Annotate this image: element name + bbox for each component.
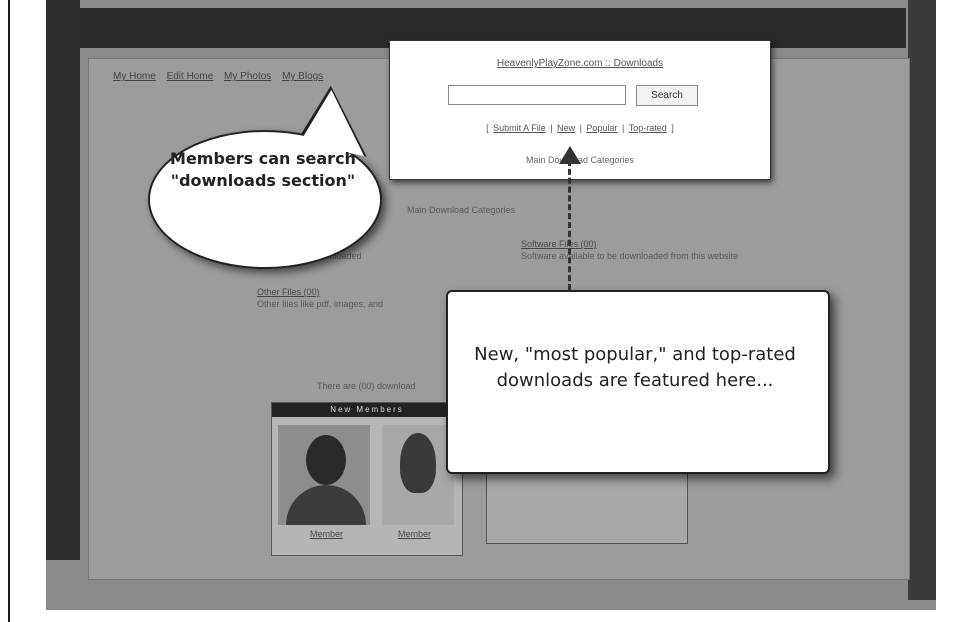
- member-photo[interactable]: [382, 425, 454, 525]
- popular-link[interactable]: Popular: [586, 123, 617, 133]
- downloads-title-link[interactable]: HeavenlyPlayZone.com :: Downloads: [390, 58, 770, 69]
- nav-item-blogs[interactable]: My Blogs: [282, 71, 323, 82]
- dashed-arrow-line: [568, 160, 571, 290]
- other-files-link[interactable]: Other Files (00): [257, 287, 320, 297]
- nav-item-photos[interactable]: My Photos: [224, 71, 271, 82]
- software-files-link[interactable]: Software Files (00): [521, 239, 597, 249]
- frame-border: [8, 0, 10, 622]
- new-link[interactable]: New: [557, 123, 575, 133]
- site-nav: My Home Edit Home My Photos My Blogs: [113, 71, 393, 85]
- software-files-desc: Software available to be downloaded from…: [521, 251, 739, 261]
- member-name[interactable]: Member: [398, 529, 431, 539]
- other-files-desc: Other files like pdf, images, and: [257, 299, 384, 309]
- downloads-search-input[interactable]: [448, 85, 626, 105]
- speech-bubble-text: Members can search "downloads section": [170, 149, 356, 190]
- download-count-text: There are (00) download: [317, 381, 416, 391]
- member-name[interactable]: Member: [310, 529, 343, 539]
- categories-heading: Main Download Categories: [407, 205, 516, 215]
- new-members-panel: New Members Member Member: [271, 402, 463, 556]
- nav-item-home[interactable]: My Home: [113, 71, 156, 82]
- top-rated-link[interactable]: Top-rated: [629, 123, 667, 133]
- arrow-head-icon: [559, 146, 581, 164]
- downloads-links: [ Submit A File | New | Popular | Top-ra…: [486, 123, 674, 133]
- members-panel-header: New Members: [272, 403, 462, 417]
- search-button[interactable]: Search: [636, 85, 698, 106]
- nav-item-edit-home[interactable]: Edit Home: [167, 71, 214, 82]
- member-photo[interactable]: [278, 425, 370, 525]
- submit-file-link[interactable]: Submit A File: [493, 123, 546, 133]
- callout-text: New, "most popular," and top-rated downl…: [474, 344, 796, 391]
